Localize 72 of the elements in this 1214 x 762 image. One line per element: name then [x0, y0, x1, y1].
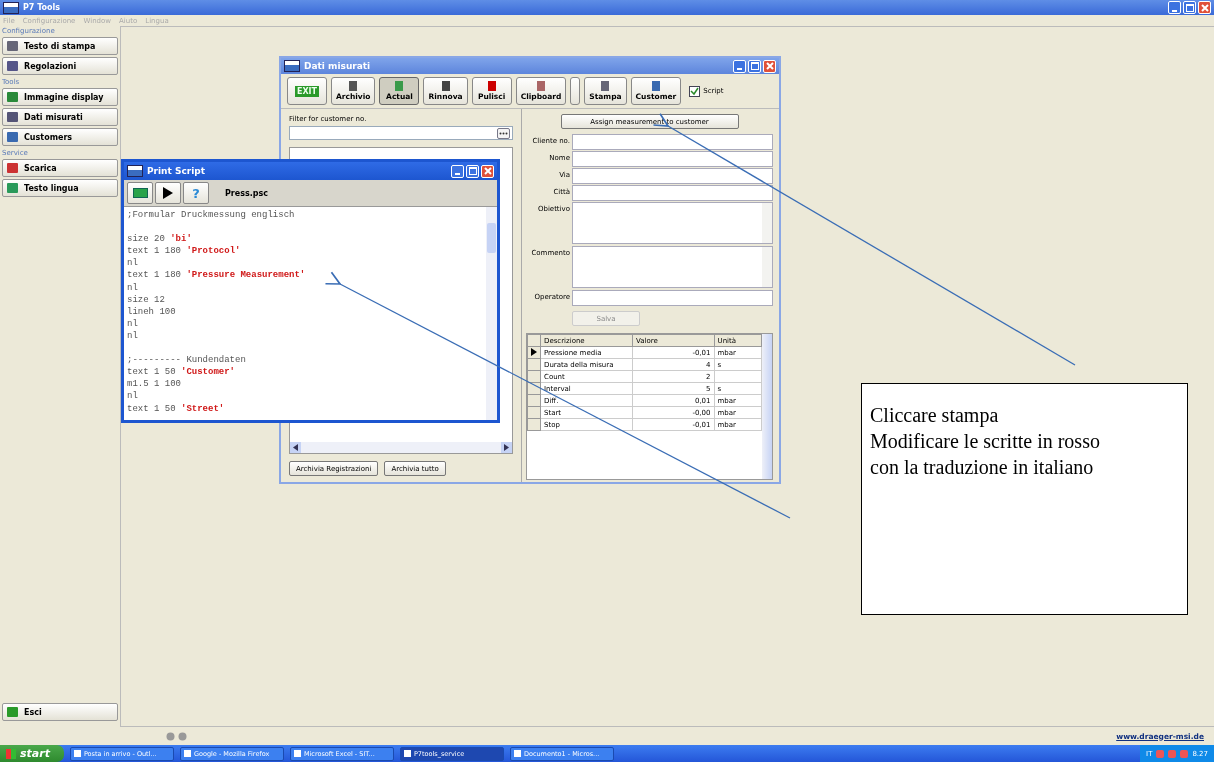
exit-button[interactable]: Esci — [2, 703, 118, 721]
file-name: Press.psc — [225, 188, 269, 198]
minimize-button[interactable] — [1168, 1, 1181, 14]
maximize-button[interactable] — [466, 164, 479, 178]
display-button[interactable] — [127, 182, 153, 204]
minimize-button[interactable] — [733, 59, 746, 73]
close-button[interactable] — [763, 59, 776, 73]
horizontal-scrollbar[interactable] — [290, 442, 512, 453]
minimize-button[interactable] — [451, 164, 464, 178]
sidebar-button[interactable]: Dati misurati — [2, 108, 118, 126]
vertical-scrollbar[interactable] — [486, 207, 497, 420]
app-icon — [293, 750, 301, 757]
play-button[interactable] — [155, 182, 181, 204]
row-pointer-icon — [531, 347, 537, 356]
exit-button[interactable]: EXIT — [287, 77, 327, 105]
sidebar-button[interactable]: Regolazioni — [2, 57, 118, 75]
code-line: text 1 180 'Pressure Measurement' — [127, 270, 306, 281]
input-field[interactable] — [572, 134, 773, 150]
sidebar-button[interactable]: Immagine display — [2, 88, 118, 106]
window-icon — [284, 60, 300, 72]
app-icon — [403, 750, 411, 757]
restore-button[interactable] — [1183, 1, 1196, 14]
window-title: Dati misurati — [304, 61, 371, 71]
app-icon — [513, 750, 521, 757]
code-line: m1.5 1 100 — [127, 379, 181, 390]
play-icon — [163, 187, 173, 199]
close-button[interactable] — [481, 164, 494, 178]
code-line: text 1 180 'Protocol' — [127, 246, 241, 257]
sidebar-button[interactable]: Scarica — [2, 159, 118, 177]
code-line: nl — [127, 258, 138, 269]
ellipsis-button[interactable] — [497, 127, 510, 139]
input-field[interactable] — [572, 151, 773, 167]
code-line: ;--------- Kundendaten — [127, 355, 246, 366]
checkbox[interactable] — [689, 85, 701, 97]
flag-icon — [6, 748, 16, 759]
scroll-right-button[interactable] — [501, 442, 512, 453]
annotation-text: Modificare le scritte in rosso con la traduzione in italiano — [870, 429, 1101, 480]
sidebar-button[interactable]: Customers — [2, 128, 118, 146]
circles-icon — [166, 731, 188, 741]
code-line: nl — [127, 330, 138, 341]
sidebar-button[interactable]: Testo di stampa — [2, 37, 118, 55]
ellipsis-icon — [499, 131, 508, 135]
window-title: P7 Tools — [23, 3, 61, 12]
scroll-left-button[interactable] — [290, 442, 301, 453]
code-line: text 1 50 'Customer' — [127, 367, 236, 378]
code-line: text 1 50 'Street' — [127, 403, 225, 414]
filter-field[interactable] — [289, 126, 513, 140]
code-line: ;Formular Druckmessung englisch — [127, 210, 295, 220]
input-field[interactable] — [572, 290, 773, 306]
input-field[interactable] — [572, 168, 773, 184]
app-icon — [183, 750, 191, 757]
input-field[interactable] — [572, 185, 773, 201]
app-icon — [73, 750, 81, 757]
close-button[interactable] — [1198, 1, 1211, 14]
start-button[interactable]: start — [0, 745, 64, 762]
app-icon — [3, 1, 19, 14]
text-area[interactable] — [572, 246, 773, 288]
sidebar-button[interactable]: Testo lingua — [2, 179, 118, 197]
code-line: size 12 — [127, 294, 165, 305]
vertical-scrollbar[interactable] — [762, 334, 772, 479]
window-title: Print Script — [147, 166, 206, 176]
code-line: size 20 'bi' — [127, 234, 192, 245]
annotation-text: Cliccare stampa — [870, 403, 1000, 428]
window-icon — [127, 165, 143, 177]
code-line: nl — [127, 282, 138, 293]
code-line: nl — [127, 391, 138, 402]
toolbar-separator-button[interactable] — [570, 77, 581, 105]
text-area[interactable] — [572, 202, 773, 244]
table-cell — [714, 370, 762, 383]
maximize-button[interactable] — [748, 59, 761, 73]
code-line: nl — [127, 318, 138, 329]
code-line: lineh 100 — [127, 306, 176, 317]
